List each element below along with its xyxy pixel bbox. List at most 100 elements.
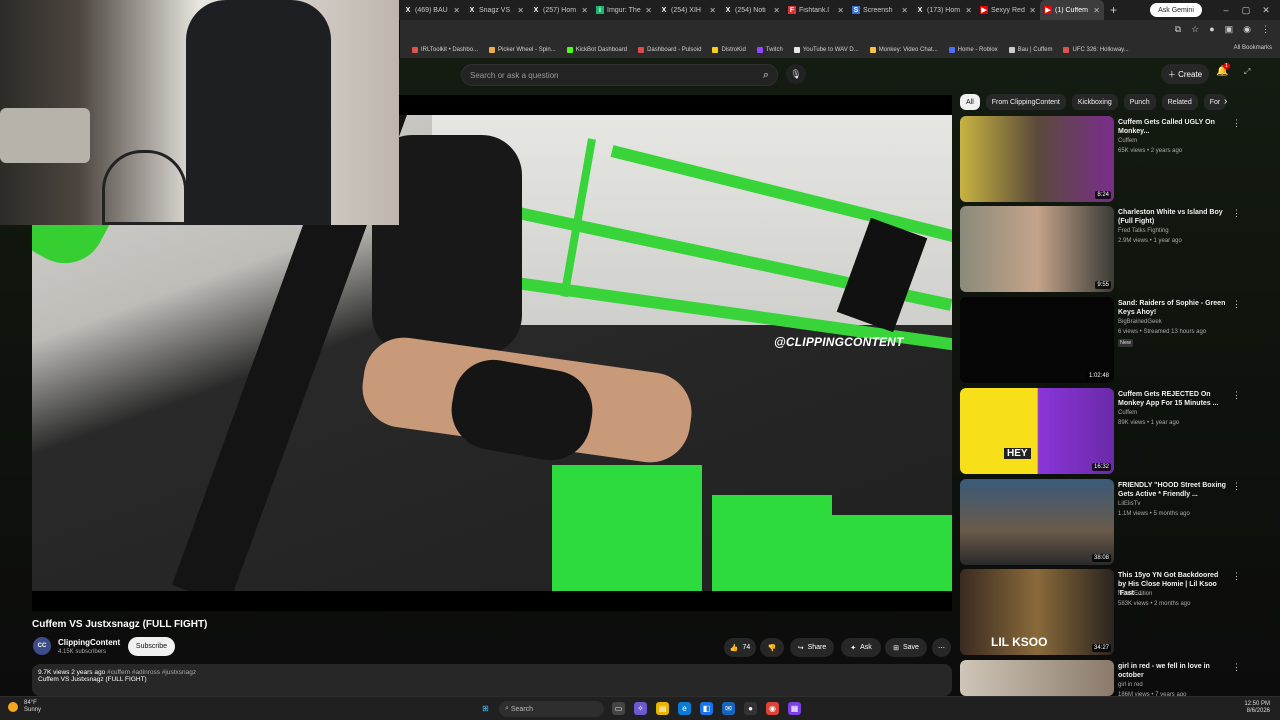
- browser-tab[interactable]: X (173) Hom ✕: [912, 0, 976, 20]
- more-options-icon[interactable]: ⋮: [1232, 662, 1241, 673]
- save-button[interactable]: ⊞ Save: [885, 638, 927, 657]
- store-icon[interactable]: ◧: [700, 702, 713, 715]
- browser-tab[interactable]: X (254) XIH ✕: [656, 0, 720, 20]
- bookmark-star-icon[interactable]: ☆: [1191, 24, 1199, 35]
- browser-tab[interactable]: i Imgur: The ✕: [592, 0, 656, 20]
- microphone-icon[interactable]: 🎙: [786, 64, 806, 84]
- recommended-channel[interactable]: Fred Talks Fighting: [1118, 228, 1169, 234]
- browser-tab[interactable]: X Snagz VS ✕: [464, 0, 528, 20]
- more-options-icon[interactable]: ⋮: [1232, 208, 1241, 219]
- close-tab-icon[interactable]: ✕: [773, 6, 780, 15]
- bookmark-item[interactable]: Monkey: Video Chat...: [869, 47, 938, 53]
- recommended-title[interactable]: Sand: Raiders of Sophie - Green Keys Aho…: [1118, 299, 1228, 317]
- close-tab-icon[interactable]: ✕: [517, 6, 524, 15]
- extensions-puzzle-icon[interactable]: ▣: [1225, 24, 1234, 35]
- create-button[interactable]: ＋ Create: [1161, 64, 1209, 84]
- copilot-icon[interactable]: ✧: [634, 702, 647, 715]
- recommended-video[interactable]: 9:55 Charleston White vs Island Boy (Full…: [960, 206, 1260, 292]
- close-tab-icon[interactable]: ✕: [837, 6, 844, 15]
- bookmark-item[interactable]: Bau | Cuffem: [1008, 47, 1052, 53]
- new-tab-icon[interactable]: +: [1110, 3, 1117, 17]
- cast-icon[interactable]: ⧉: [1175, 24, 1181, 35]
- share-button[interactable]: ↪ Share: [790, 638, 834, 657]
- more-options-icon[interactable]: ⋮: [1232, 390, 1241, 401]
- recommended-title[interactable]: girl in red - we fell in love in october: [1118, 662, 1228, 680]
- close-tab-icon[interactable]: ✕: [1093, 6, 1100, 15]
- recommended-video[interactable]: LIL KSOO 34:27 This 15yo YN Got Backdoored…: [960, 569, 1260, 655]
- more-options-icon[interactable]: ⋮: [1232, 571, 1241, 582]
- bookmark-item[interactable]: Twitch: [756, 47, 783, 53]
- description-box[interactable]: 9.7K views 2 years ago #cuffem #adinross…: [32, 664, 952, 696]
- edge-icon[interactable]: e: [678, 702, 691, 715]
- browser-tab[interactable]: ▶ Sexyy Red ✕: [976, 0, 1040, 20]
- video-thumbnail[interactable]: [960, 660, 1114, 696]
- bookmark-item[interactable]: DistroKid: [712, 47, 746, 53]
- browser-tab[interactable]: X (469) BAU ✕: [400, 0, 464, 20]
- browser-tab[interactable]: F Fishtank.l ✕: [784, 0, 848, 20]
- bookmark-item[interactable]: UFC 326: Holloway...: [1063, 47, 1129, 53]
- video-thumbnail[interactable]: HEY 16:32: [960, 388, 1114, 474]
- system-clock[interactable]: 12:50 PM 8/6/2026: [1244, 701, 1270, 715]
- subscribe-button[interactable]: Subscribe: [128, 637, 175, 656]
- all-bookmarks-link[interactable]: All Bookmarks: [1234, 45, 1272, 51]
- filter-chip[interactable]: Kickboxing: [1071, 94, 1118, 110]
- close-tab-icon[interactable]: ✕: [645, 6, 652, 15]
- maximize-icon[interactable]: ▢: [1236, 0, 1256, 20]
- browser-tab[interactable]: S Screensh ✕: [848, 0, 912, 20]
- filter-chip[interactable]: All: [960, 94, 980, 110]
- recommended-channel[interactable]: LilElisTv: [1118, 501, 1140, 507]
- recommended-video[interactable]: 38:08 FRIENDLY "HOOD Street Boxing Gets A…: [960, 479, 1260, 565]
- video-thumbnail[interactable]: 38:08: [960, 479, 1114, 565]
- close-tab-icon[interactable]: ✕: [901, 6, 908, 15]
- extension-icon[interactable]: ●: [1209, 24, 1214, 35]
- recommended-channel[interactable]: Cuffem: [1118, 138, 1137, 144]
- close-tab-icon[interactable]: ✕: [581, 6, 588, 15]
- filter-chip[interactable]: For: [1203, 94, 1227, 110]
- app-grid-icon[interactable]: ▦: [788, 702, 801, 715]
- browser-tab[interactable]: X (254) Noti ✕: [720, 0, 784, 20]
- close-window-icon[interactable]: ✕: [1256, 0, 1276, 20]
- video-thumbnail[interactable]: LIL KSOO 34:27: [960, 569, 1114, 655]
- filter-chip[interactable]: From ClippingContent: [985, 94, 1066, 110]
- minimize-icon[interactable]: –: [1216, 0, 1236, 20]
- bookmark-item[interactable]: YouTube to WAV D...: [793, 47, 859, 53]
- file-explorer-icon[interactable]: ▤: [656, 702, 669, 715]
- channel-avatar[interactable]: CC: [33, 637, 51, 655]
- chevron-right-icon[interactable]: ›: [1224, 96, 1227, 107]
- app-icon[interactable]: ●: [744, 702, 757, 715]
- recommended-title[interactable]: Cuffem Gets REJECTED On Monkey App For 1…: [1118, 390, 1228, 408]
- bookmark-item[interactable]: Picker Wheel - Spin...: [489, 47, 556, 53]
- close-tab-icon[interactable]: ✕: [453, 6, 460, 15]
- ask-button[interactable]: ✦ Ask: [841, 638, 881, 657]
- more-options-icon[interactable]: ⋮: [1232, 118, 1241, 129]
- task-view-icon[interactable]: ▭: [612, 702, 625, 715]
- recommended-title[interactable]: Cuffem Gets Called UGLY On Monkey...: [1118, 118, 1228, 136]
- close-tab-icon[interactable]: ✕: [1029, 6, 1036, 15]
- ask-gemini-button[interactable]: Ask Gemini: [1150, 3, 1202, 17]
- more-actions-button[interactable]: ⋯: [932, 638, 951, 657]
- search-icon[interactable]: ⌕: [763, 69, 769, 82]
- search-input[interactable]: Search or ask a question ⌕: [461, 64, 778, 86]
- recommended-title[interactable]: FRIENDLY "HOOD Street Boxing Gets Active…: [1118, 481, 1228, 499]
- recommended-channel[interactable]: girl in red: [1118, 682, 1143, 688]
- recommended-video[interactable]: 8:24 Cuffem Gets Called UGLY On Monkey...…: [960, 116, 1260, 202]
- bookmark-item[interactable]: Home - Roblox: [948, 47, 998, 53]
- bookmark-item[interactable]: KickBot Dashboard: [566, 47, 627, 53]
- recommended-channel[interactable]: Hood Edition: [1118, 591, 1152, 597]
- menu-dots-icon[interactable]: ⋮: [1261, 24, 1270, 35]
- recommended-title[interactable]: Charleston White vs Island Boy (Full Fig…: [1118, 208, 1228, 226]
- close-tab-icon[interactable]: ✕: [965, 6, 972, 15]
- filter-chip[interactable]: Punch: [1123, 94, 1156, 110]
- browser-tab[interactable]: X (257) Hom ✕: [528, 0, 592, 20]
- video-thumbnail[interactable]: 1:02:48: [960, 297, 1114, 383]
- expand-icon[interactable]: ⤢: [1244, 67, 1250, 77]
- video-thumbnail[interactable]: 8:24: [960, 116, 1114, 202]
- bookmark-item[interactable]: IRLToolkit • Dashbo...: [412, 47, 478, 53]
- filter-chip[interactable]: Related: [1161, 94, 1198, 110]
- browser-tab[interactable]: ▶ (1) Cuffem ✕: [1040, 0, 1104, 20]
- notifications-bell-icon[interactable]: 🔔 1: [1216, 63, 1230, 77]
- mail-icon[interactable]: ✉: [722, 702, 735, 715]
- windows-start-icon[interactable]: ⊞: [479, 702, 492, 715]
- profile-icon[interactable]: ◉: [1243, 24, 1251, 35]
- taskbar-search[interactable]: ⌕ Search: [499, 701, 604, 717]
